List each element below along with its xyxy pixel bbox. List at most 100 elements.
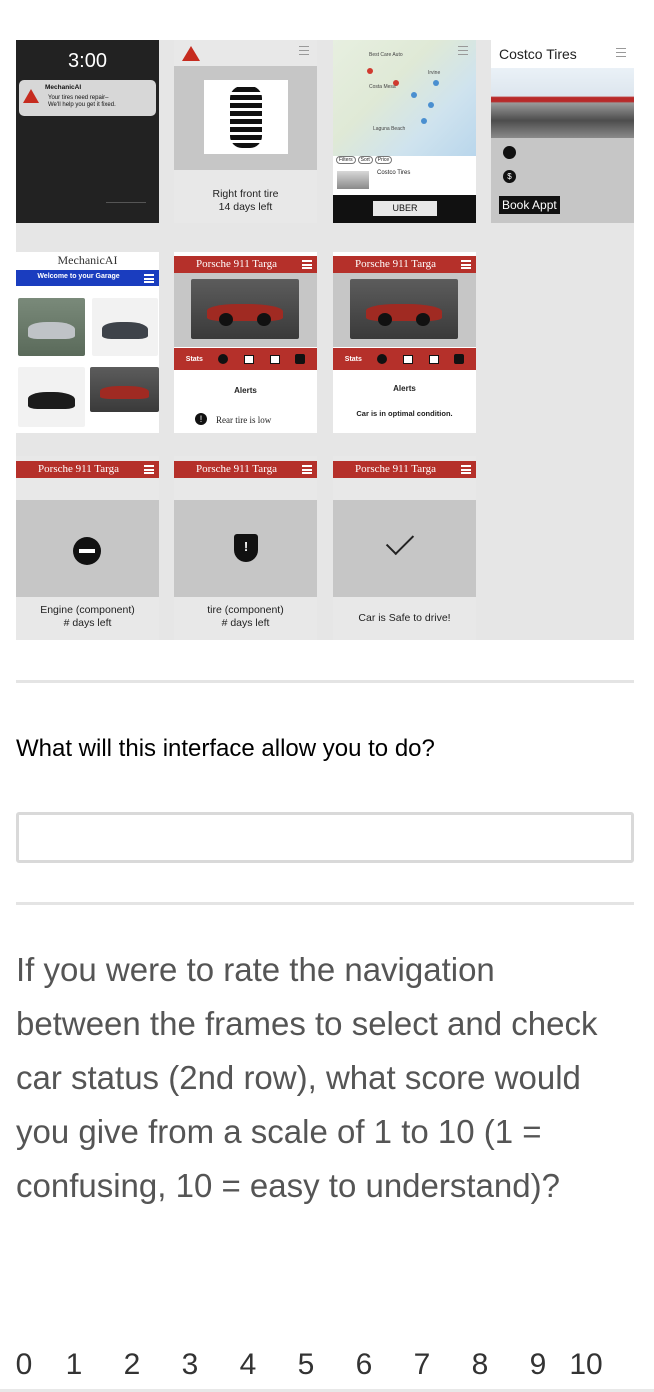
notification-card: MechanicAI Your tires need repair– We'll… <box>19 80 156 116</box>
frame-engine: Porsche 911 Targa Engine (component) # d… <box>16 456 159 640</box>
scale-option-10[interactable]: 10 <box>566 1348 606 1382</box>
tire-icon <box>204 80 288 154</box>
listing-thumb <box>337 171 369 189</box>
uber-button[interactable]: UBER <box>373 201 437 216</box>
welcome-bar: Welcome to your Garage <box>16 270 159 286</box>
listing-name[interactable]: Costco Tires <box>377 170 410 176</box>
map-pin <box>411 92 417 98</box>
tire-component-caption-1: tire (component) <box>207 604 284 616</box>
scale-option-9[interactable]: 9 <box>518 1348 558 1382</box>
oil-icon[interactable] <box>295 354 306 364</box>
menu-icon[interactable] <box>144 465 154 474</box>
alerts-heading: Alerts <box>393 384 416 393</box>
gauge-icon[interactable] <box>218 354 229 364</box>
engine-caption-1: Engine (component) <box>40 604 135 616</box>
dollar-icon: $ <box>503 170 516 183</box>
divider-top <box>16 680 634 683</box>
warning-icon <box>23 89 39 103</box>
gauge-icon[interactable] <box>377 354 388 364</box>
porsche-title: Porsche 911 Targa <box>196 258 277 270</box>
menu-icon[interactable] <box>616 48 626 57</box>
map-area: Best Care Auto Costa Mesa Irvine Laguna … <box>333 40 476 156</box>
battery-icon[interactable] <box>428 354 439 364</box>
porsche-header: Porsche 911 Targa <box>16 461 159 478</box>
porsche-header: Porsche 911 Targa <box>333 461 476 478</box>
scale-option-6[interactable]: 6 <box>344 1348 384 1382</box>
menu-icon[interactable] <box>461 260 471 269</box>
status-image-box: ! <box>174 500 317 597</box>
menu-icon[interactable] <box>299 46 309 55</box>
map-chips: Filters Sort Price <box>336 156 393 164</box>
frame-costco: Costco Tires $ Book Appt <box>491 40 634 223</box>
menu-icon[interactable] <box>458 46 468 55</box>
car-image <box>350 279 458 339</box>
scale-option-7[interactable]: 7 <box>402 1348 442 1382</box>
frame-garage: MechanicAI Welcome to your Garage <box>16 252 159 433</box>
welcome-text: Welcome to your Garage <box>37 273 120 280</box>
porsche-header: Porsche 911 Targa <box>333 256 476 273</box>
menu-icon[interactable] <box>461 465 471 474</box>
chip-price[interactable]: Price <box>374 156 393 164</box>
frame-safe: Porsche 911 Targa Car is Safe to drive! <box>333 456 476 640</box>
status-image-box <box>16 500 159 597</box>
menu-icon[interactable] <box>302 260 312 269</box>
garage-title: MechanicAI <box>57 253 118 267</box>
exclamation-icon: ! <box>195 413 207 425</box>
answer-input[interactable] <box>16 812 634 863</box>
stats-bar: Stats <box>174 348 317 370</box>
map-pin <box>367 68 373 74</box>
stats-label: Stats <box>185 355 203 363</box>
tire-component-caption-2: # days left <box>221 617 270 629</box>
checkmark-icon <box>385 526 415 556</box>
map-label: Irvine <box>428 70 441 76</box>
car-image <box>191 279 299 339</box>
chip-sort[interactable]: Sort <box>357 156 373 164</box>
car-thumb-2[interactable] <box>92 298 158 356</box>
question-2: If you were to rate the navigation betwe… <box>16 951 598 1204</box>
frame-tire-component: Porsche 911 Targa ! tire (component) # d… <box>174 456 317 640</box>
lock-time: 3:00 <box>68 50 107 72</box>
parking-icon[interactable] <box>403 354 414 364</box>
battery-icon[interactable] <box>269 354 280 364</box>
porsche-title: Porsche 911 Targa <box>38 463 119 475</box>
tire-caption-1: Right front tire <box>212 188 279 200</box>
porsche-header: Porsche 911 Targa <box>174 256 317 273</box>
porsche-title: Porsche 911 Targa <box>355 463 436 475</box>
status-image-box <box>333 500 476 597</box>
car-thumb-3[interactable] <box>18 367 85 427</box>
home-indicator <box>106 202 146 203</box>
scale-option-5[interactable]: 5 <box>286 1348 326 1382</box>
oil-icon[interactable] <box>454 354 465 364</box>
uber-bar: UBER <box>333 195 476 223</box>
scale-option-8[interactable]: 8 <box>460 1348 500 1382</box>
costco-header: Costco Tires <box>491 40 634 68</box>
tire-caption-2: 14 days left <box>218 201 273 213</box>
scale-option-3[interactable]: 3 <box>170 1348 210 1382</box>
stats-bar: Stats <box>333 348 476 370</box>
menu-icon[interactable] <box>302 465 312 474</box>
chip-filters[interactable]: Filters <box>336 156 356 164</box>
parking-icon[interactable] <box>244 354 255 364</box>
frame-porsche-alert: Porsche 911 Targa Stats Alerts ! Rear ti… <box>174 252 317 433</box>
clock-icon <box>503 146 516 159</box>
notif-line-2: We'll help you get it fixed. <box>48 102 116 108</box>
frame-tire: Right front tire 14 days left <box>174 40 317 223</box>
scale-option-4[interactable]: 4 <box>228 1348 268 1382</box>
car-thumb-4[interactable] <box>90 367 159 412</box>
store-photo <box>491 68 634 138</box>
scale-option-1[interactable]: 1 <box>54 1348 94 1382</box>
frame-porsche-optimal: Porsche 911 Targa Stats Alerts Car is in… <box>333 252 476 433</box>
stats-label: Stats <box>344 355 362 363</box>
menu-icon[interactable] <box>144 274 154 283</box>
scale-option-0[interactable]: 0 <box>4 1348 44 1382</box>
frame-map: Best Care Auto Costa Mesa Irvine Laguna … <box>333 40 476 223</box>
alert-text: Car is in optimal condition. <box>356 409 453 418</box>
scale-option-2[interactable]: 2 <box>112 1348 152 1382</box>
costco-title: Costco Tires <box>499 46 577 62</box>
map-label: Costa Mesa <box>369 84 396 90</box>
no-entry-icon <box>73 537 101 565</box>
book-appt-button[interactable]: Book Appt <box>499 196 560 214</box>
car-thumb-1[interactable] <box>18 298 85 356</box>
alert-text: Rear tire is low <box>216 415 272 425</box>
safe-caption: Car is Safe to drive! <box>358 612 451 624</box>
